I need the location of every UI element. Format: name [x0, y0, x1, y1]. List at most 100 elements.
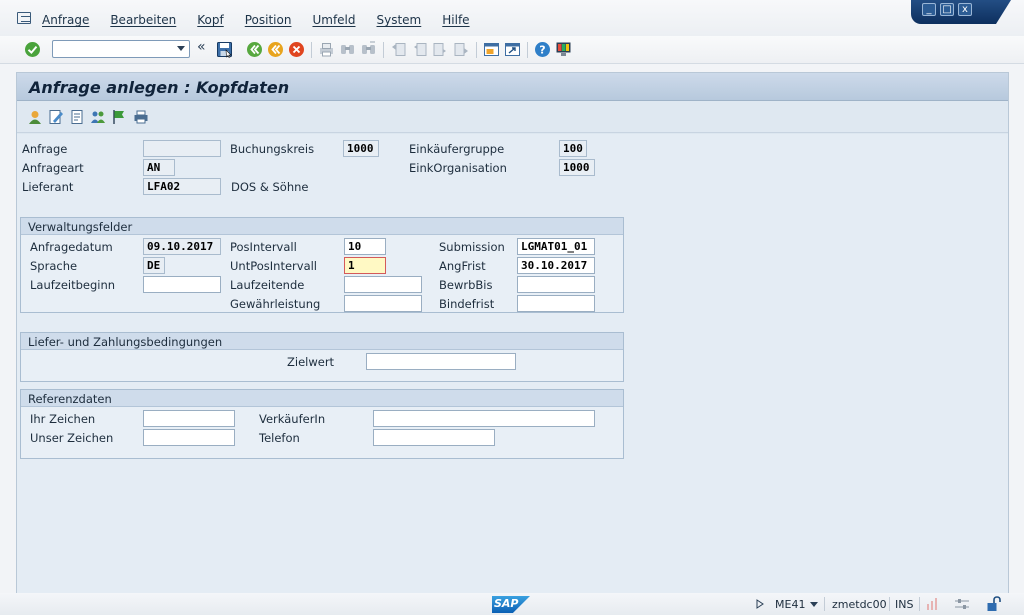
- play-icon[interactable]: [756, 599, 764, 609]
- liefer-zahlung-group: Liefer- und Zahlungsbedingungen Zielwert: [20, 332, 624, 382]
- laufzeitende-field[interactable]: [344, 276, 422, 293]
- telefon-field[interactable]: [373, 429, 495, 446]
- collapse-command-icon[interactable]: «: [197, 39, 209, 56]
- menu-bearbeiten[interactable]: Bearbeiten: [110, 13, 176, 27]
- next-page-icon[interactable]: [432, 41, 449, 58]
- toolbar-separator: [476, 42, 477, 58]
- gewaehrleistung-field[interactable]: [344, 295, 422, 312]
- sap-logo-text: SAP: [494, 597, 519, 610]
- back-icon[interactable]: [246, 41, 263, 58]
- partners-icon[interactable]: [90, 109, 106, 125]
- anfrage-field[interactable]: [143, 140, 221, 157]
- anfragedatum-field[interactable]: 09.10.2017: [143, 238, 221, 255]
- find-next-icon[interactable]: [360, 41, 377, 58]
- lieferant-field[interactable]: LFA02: [143, 178, 221, 195]
- shortcut-icon[interactable]: [504, 41, 521, 58]
- anfrage-label: Anfrage: [22, 142, 68, 156]
- anfragedatum-label: Anfragedatum: [30, 240, 113, 254]
- print-preview-icon[interactable]: [133, 109, 149, 125]
- untposintervall-field[interactable]: 1: [344, 257, 386, 274]
- create-session-icon[interactable]: [483, 41, 500, 58]
- application-toolbar: [17, 101, 1008, 133]
- sprache-field[interactable]: DE: [143, 257, 165, 274]
- performance-icon[interactable]: [925, 597, 939, 611]
- anfrageart-field[interactable]: AN: [143, 159, 175, 176]
- menu-kopf[interactable]: Kopf: [197, 13, 223, 27]
- save-icon[interactable]: [216, 41, 233, 58]
- svg-text:?: ?: [539, 44, 545, 57]
- command-field[interactable]: [52, 40, 190, 58]
- title-bar: Anfrage anlegen : Kopfdaten: [17, 73, 1008, 101]
- unser-zeichen-field[interactable]: [143, 429, 235, 446]
- menu-bar: Anfrage Bearbeiten Kopf Position Umfeld …: [0, 0, 1024, 36]
- menu-anfrage[interactable]: Anfrage: [42, 13, 89, 27]
- menu-system[interactable]: System: [377, 13, 422, 27]
- untposintervall-label: UntPosIntervall: [230, 259, 318, 273]
- exit-icon[interactable]: [267, 41, 284, 58]
- group-title: Verwaltungsfelder: [28, 220, 133, 234]
- posintervall-field[interactable]: 10: [344, 238, 386, 255]
- restore-icon: □: [942, 4, 952, 15]
- find-icon[interactable]: [339, 41, 356, 58]
- toolbar-separator: [527, 42, 528, 58]
- angfrist-field[interactable]: 30.10.2017: [517, 257, 595, 274]
- menu-position[interactable]: Position: [245, 13, 292, 27]
- transaction-code[interactable]: ME41: [775, 598, 805, 611]
- menu-icon[interactable]: [17, 12, 31, 24]
- ihr-zeichen-label: Ihr Zeichen: [30, 412, 96, 426]
- customize-layout-icon[interactable]: [555, 41, 572, 58]
- ihr-zeichen-field[interactable]: [143, 410, 235, 427]
- edit-text-icon[interactable]: [48, 109, 64, 125]
- check-icon[interactable]: [24, 41, 41, 58]
- status-separator: [919, 597, 920, 611]
- first-page-icon[interactable]: [390, 41, 407, 58]
- submission-field[interactable]: LGMAT01_01: [517, 238, 595, 255]
- window-controls: _ □ x: [911, 0, 1011, 24]
- help-icon[interactable]: ?: [534, 41, 551, 58]
- group-header: Referenzdaten: [21, 390, 623, 407]
- last-page-icon[interactable]: [453, 41, 470, 58]
- minimize-icon: _: [926, 4, 932, 15]
- group-header: Verwaltungsfelder: [21, 218, 623, 235]
- restore-button[interactable]: □: [940, 3, 954, 16]
- system-name: zmetdc00: [832, 598, 887, 611]
- laufzeitbeginn-field[interactable]: [143, 276, 221, 293]
- command-input[interactable]: [53, 41, 171, 57]
- settings-sliders-icon[interactable]: [954, 598, 970, 610]
- status-bar: SAP ME41 zmetdc00 INS: [0, 593, 1024, 615]
- bindefrist-label: Bindefrist: [439, 297, 495, 311]
- chevron-down-icon[interactable]: [810, 602, 818, 607]
- einkorganisation-field[interactable]: 1000: [559, 159, 595, 176]
- menu-hilfe[interactable]: Hilfe: [442, 13, 469, 27]
- vendor-icon[interactable]: [27, 109, 43, 125]
- close-button[interactable]: x: [958, 3, 972, 16]
- submission-label: Submission: [439, 240, 505, 254]
- previous-page-icon[interactable]: [411, 41, 428, 58]
- sap-logo: SAP: [492, 596, 530, 613]
- unser-zeichen-label: Unser Zeichen: [30, 431, 114, 445]
- buchungskreis-field[interactable]: 1000: [343, 140, 379, 157]
- einkaeufergruppe-field[interactable]: 100: [559, 140, 587, 157]
- insert-mode[interactable]: INS: [895, 598, 913, 611]
- document-icon[interactable]: [69, 109, 85, 125]
- posintervall-label: PosIntervall: [230, 240, 297, 254]
- bewrbbis-field[interactable]: [517, 276, 595, 293]
- status-separator: [889, 597, 890, 611]
- referenzdaten-group: Referenzdaten Ihr Zeichen Unser Zeichen …: [20, 389, 624, 459]
- status-separator: [824, 597, 825, 611]
- menu-items: Anfrage Bearbeiten Kopf Position Umfeld …: [42, 13, 470, 27]
- main-frame: Anfrage anlegen : Kopfdaten Anfrage Anfr…: [16, 72, 1009, 593]
- verkaeuferin-label: VerkäuferIn: [259, 412, 326, 426]
- lock-icon[interactable]: [986, 596, 1002, 612]
- angfrist-label: AngFrist: [439, 259, 486, 273]
- zielwert-field[interactable]: [366, 353, 516, 370]
- menu-umfeld[interactable]: Umfeld: [312, 13, 355, 27]
- verkaeuferin-field[interactable]: [373, 410, 595, 427]
- bindefrist-field[interactable]: [517, 295, 595, 312]
- group-header: Liefer- und Zahlungsbedingungen: [21, 333, 623, 350]
- cancel-icon[interactable]: [288, 41, 305, 58]
- flag-icon[interactable]: [111, 109, 127, 125]
- print-icon[interactable]: [318, 41, 335, 58]
- minimize-button[interactable]: _: [922, 3, 936, 16]
- chevron-down-icon[interactable]: [177, 46, 185, 51]
